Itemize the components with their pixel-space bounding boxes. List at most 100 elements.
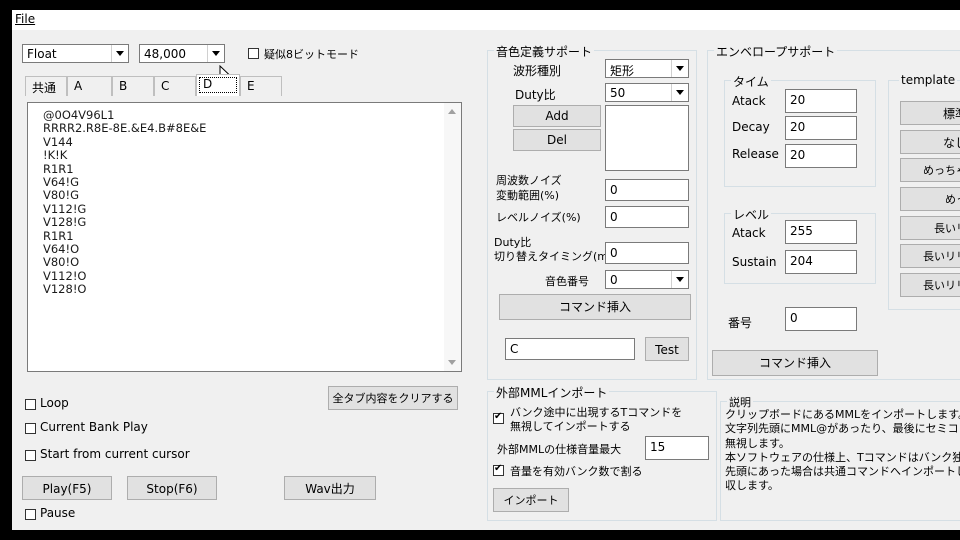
chevron-down-icon[interactable] [671, 271, 688, 288]
wave-type-label: 波形種別 [513, 64, 562, 78]
release-label: Release [732, 147, 779, 161]
del-button[interactable]: Del [513, 129, 601, 151]
time-atack-label: Atack [732, 94, 766, 108]
divide-volume-checkbox[interactable] [493, 463, 504, 476]
time-group-title: タイム [731, 73, 771, 90]
level-noise-label: レベルノイズ(%) [496, 211, 581, 224]
tone-number-select[interactable]: 0 [605, 270, 689, 289]
scroll-up-icon[interactable] [448, 109, 456, 114]
test-button[interactable]: Test [645, 337, 689, 361]
template-none-button[interactable]: なし [900, 130, 960, 154]
import-button[interactable]: インポート [493, 488, 569, 512]
tone-insert-command-button[interactable]: コマンド挿入 [499, 294, 691, 320]
template-6-button[interactable]: 長いリリ [900, 244, 960, 268]
wave-type-select[interactable]: 矩形 [605, 59, 689, 78]
tab-d[interactable]: D [196, 74, 240, 96]
pseudo8bit-checkbox[interactable] [248, 48, 259, 59]
app-window: File Float 48,000 疑似8ビットモード 共通 A B C D E… [12, 10, 960, 530]
mml-line: V64!G [43, 175, 80, 190]
duty-select[interactable]: 50 [605, 83, 689, 102]
max-volume-input[interactable]: 15 [645, 436, 709, 460]
template-4-button[interactable]: めっ [900, 187, 960, 211]
mml-line: V112!O [43, 268, 87, 283]
format-select-value: Float [27, 47, 57, 61]
description-line: クリップボードにあるMMLをインポートします。 [725, 408, 960, 421]
pause-label: Pause [40, 506, 76, 520]
chevron-down-icon[interactable] [207, 45, 224, 62]
level-atack-label: Atack [732, 226, 766, 240]
chevron-down-icon[interactable] [671, 60, 688, 77]
start-from-cursor-checkbox[interactable] [25, 450, 36, 461]
tab-common[interactable]: 共通 [25, 76, 67, 96]
freq-noise-label-1: 周波数ノイズ [496, 174, 562, 187]
tab-c[interactable]: C [154, 76, 196, 96]
release-input[interactable]: 20 [785, 144, 857, 168]
level-group-title: レベル [731, 206, 772, 223]
template-3-button[interactable]: めっちゃ [900, 158, 960, 182]
duty-switch-label-2: 切り替えタイミング(ms) [494, 250, 619, 263]
tab-e[interactable]: E [240, 76, 282, 96]
mml-editor[interactable]: @0O4V96L1 RRRR2.R8E-8E.&E4.B#8E&E V144 !K!K… [27, 102, 462, 372]
duty-value: 50 [610, 86, 626, 100]
duty-switch-input[interactable]: 0 [605, 242, 689, 264]
template-7-button[interactable]: 長いリリ [900, 273, 960, 297]
time-atack-input[interactable]: 20 [785, 89, 857, 113]
mml-line: V80!O [43, 255, 80, 270]
scroll-down-icon[interactable] [448, 360, 456, 365]
test-mml-input[interactable]: C [505, 338, 635, 360]
description-line: 先頭にあった場合は共通コマンドへインポートしそ [725, 465, 960, 479]
level-atack-input[interactable]: 255 [785, 220, 857, 244]
play-button[interactable]: Play(F5) [22, 476, 112, 500]
decay-input[interactable]: 20 [785, 116, 857, 140]
decay-label: Decay [732, 120, 770, 134]
mml-line: V112!G [43, 201, 87, 216]
envelope-support-title: エンベロープサポート [714, 43, 838, 60]
wave-type-value: 矩形 [610, 64, 635, 78]
pseudo8bit-label: 疑似8ビットモード [264, 48, 359, 61]
menu-file[interactable]: File [15, 12, 35, 26]
sample-rate-select[interactable]: 48,000 [139, 44, 225, 63]
tab-a[interactable]: A [67, 76, 112, 96]
mml-line: R1R1 [43, 161, 74, 176]
mml-line: !K!K [43, 148, 68, 163]
envelope-number-label: 番号 [728, 316, 753, 330]
ignore-t-command-label-2: 無視してインポートする [510, 420, 631, 433]
clear-all-tabs-button[interactable]: 全タブ内容をクリアする [328, 386, 458, 410]
template-standard-button[interactable]: 標準 [900, 101, 960, 125]
level-noise-input[interactable]: 0 [605, 206, 689, 228]
max-volume-label: 外部MMLの仕様音量最大 [497, 443, 622, 456]
editor-scrollbar[interactable] [444, 103, 461, 371]
template-5-button[interactable]: 長いリ [900, 216, 960, 240]
add-button[interactable]: Add [513, 105, 601, 127]
mml-line: V128!O [43, 282, 87, 297]
mml-text: @0O4V96L1 RRRR2.R8E-8E.&E4.B#8E&E V144 !K!K… [43, 108, 206, 297]
stop-button[interactable]: Stop(F6) [127, 476, 217, 500]
chevron-down-icon[interactable] [111, 45, 128, 62]
current-bank-play-label: Current Bank Play [40, 420, 148, 434]
format-select[interactable]: Float [22, 44, 129, 63]
loop-checkbox[interactable] [25, 399, 36, 410]
sustain-input[interactable]: 204 [785, 250, 857, 274]
wav-export-button[interactable]: Wav出力 [284, 476, 376, 500]
mml-line: V64!O [43, 242, 80, 257]
description-line: 本ソフトウェアの仕様上、Tコマンドはバンク独立し [725, 450, 960, 464]
mml-line: V128!G [43, 215, 87, 230]
pause-checkbox[interactable] [25, 509, 36, 520]
sample-rate-select-value: 48,000 [144, 47, 186, 61]
current-bank-play-checkbox[interactable] [25, 423, 36, 434]
envelope-insert-command-button[interactable]: コマンド挿入 [712, 350, 878, 376]
mml-line: R1R1 [43, 228, 74, 243]
mml-line: V144 [43, 134, 73, 149]
mml-line: @0O4V96L1 [43, 108, 115, 122]
description-line: 収します。 [725, 479, 779, 493]
freq-noise-input[interactable]: 0 [605, 179, 689, 201]
envelope-number-input[interactable]: 0 [785, 307, 857, 331]
template-group-title: template [899, 73, 958, 87]
tab-b[interactable]: B [112, 76, 154, 96]
duty-label: Duty比 [515, 88, 556, 102]
chevron-down-icon[interactable] [671, 84, 688, 101]
freq-noise-label-2: 変動範囲(%) [496, 189, 560, 202]
duty-list[interactable] [605, 105, 689, 171]
description-text: クリップボードにあるMMLをインポートします。 文字列先頭にMML@があったり、最… [725, 408, 960, 494]
ignore-t-command-checkbox[interactable] [493, 411, 504, 424]
